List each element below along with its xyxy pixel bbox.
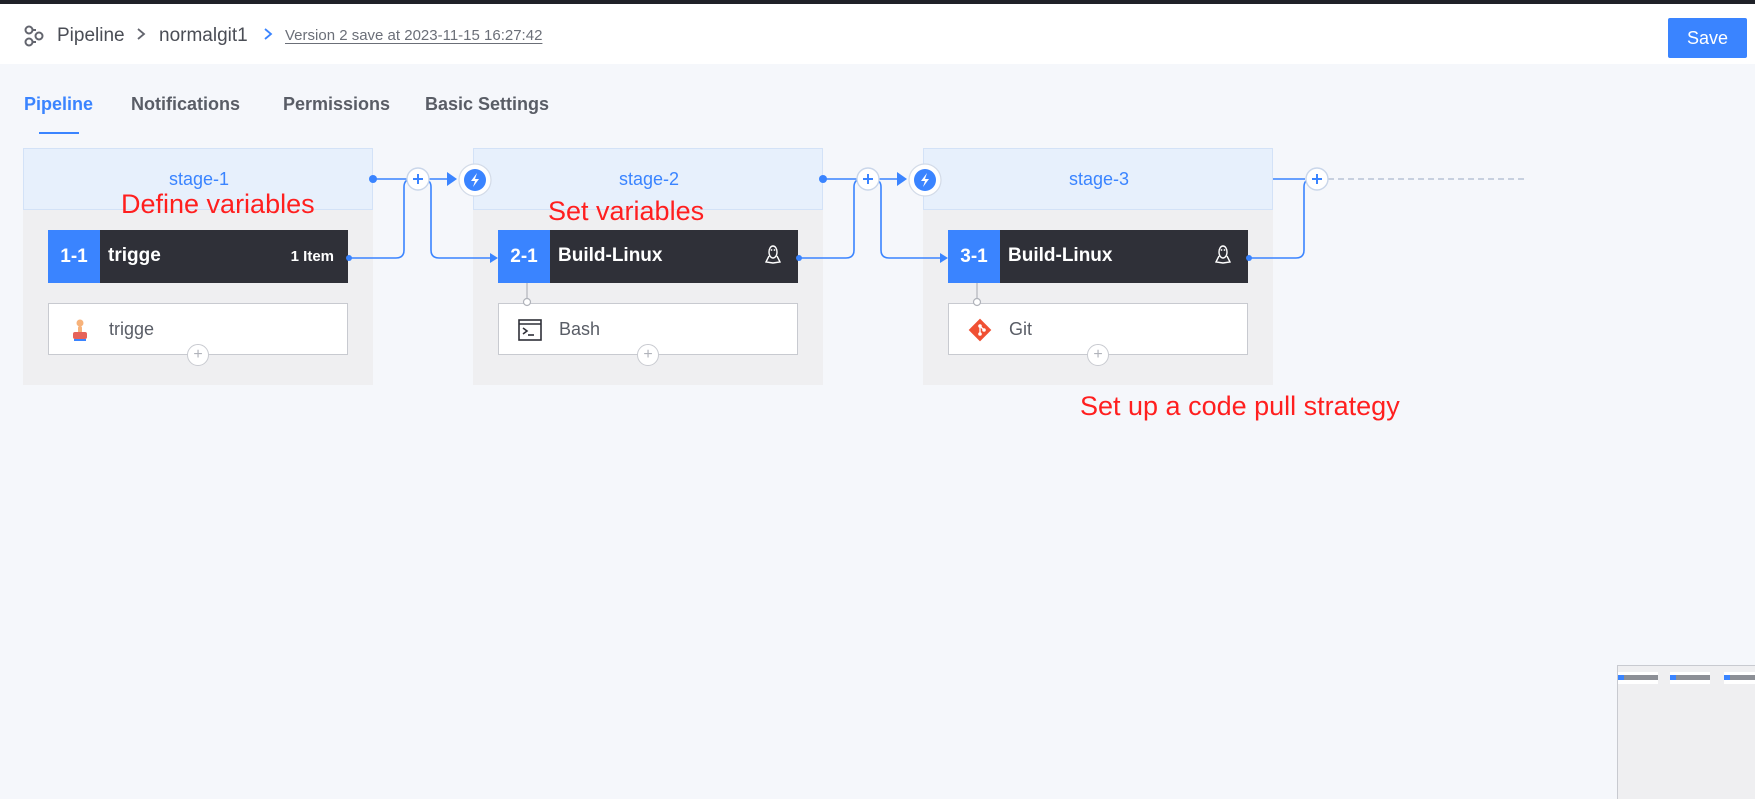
annotation-define-variables: Define variables	[121, 189, 315, 219]
annotation-set-variables: Set variables	[548, 196, 705, 226]
minimap-stage	[1670, 672, 1710, 684]
pipeline-connectors	[346, 172, 1525, 307]
annotation-code-pull: Set up a code pull strategy	[1080, 391, 1400, 421]
minimap-stage	[1618, 672, 1658, 684]
minimap-stage	[1724, 672, 1755, 684]
minimap[interactable]	[1617, 665, 1755, 799]
pipeline-editor: Pipeline normalgit1 Version 2 save at 20…	[0, 0, 1755, 799]
